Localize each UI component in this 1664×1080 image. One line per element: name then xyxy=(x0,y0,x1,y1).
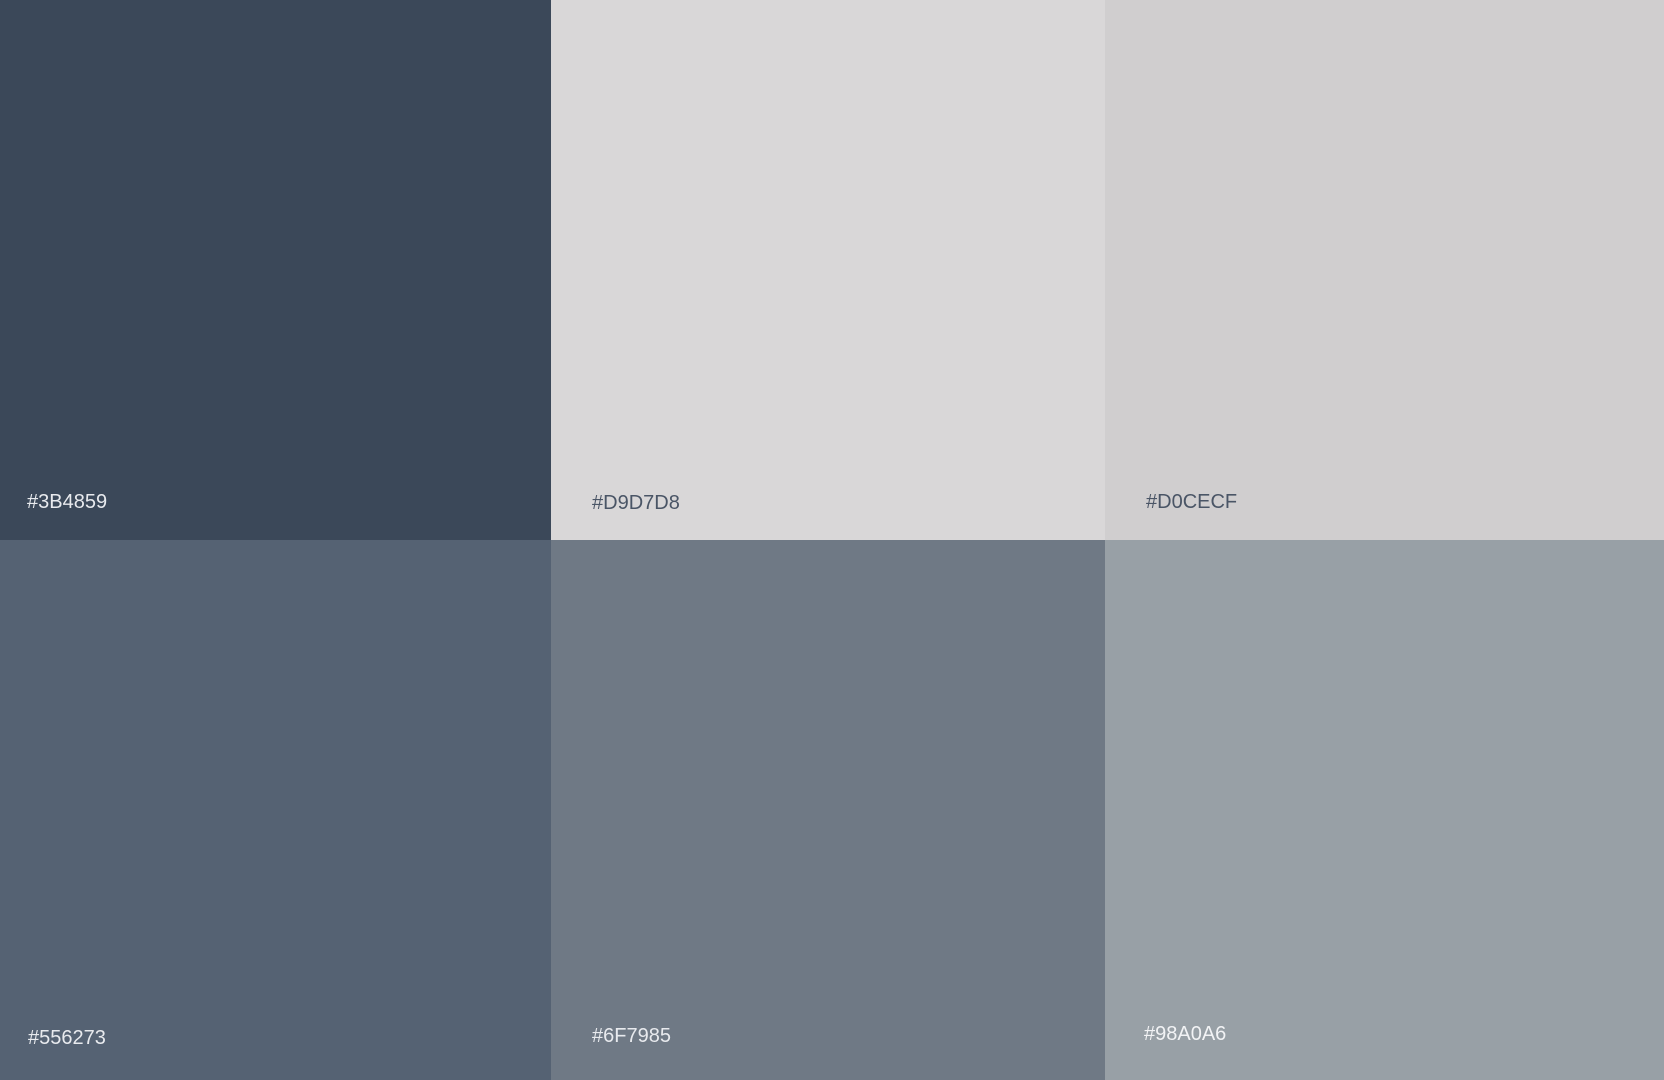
swatch-hex-label: #D0CECF xyxy=(1146,491,1238,513)
color-swatch-6[interactable]: #98A0A6 xyxy=(1105,540,1664,1080)
swatch-hex-label: #98A0A6 xyxy=(1144,1023,1227,1045)
color-swatch-1[interactable]: #3B4859 xyxy=(0,0,551,540)
swatch-hex-label: #556273 xyxy=(28,1027,106,1049)
color-palette: #3B4859 #D9D7D8 #D0CECF #556273 #6F7985 … xyxy=(0,0,1664,1080)
color-swatch-5[interactable]: #6F7985 xyxy=(551,540,1105,1080)
color-swatch-4[interactable]: #556273 xyxy=(0,540,551,1080)
color-swatch-3[interactable]: #D0CECF xyxy=(1105,0,1664,540)
swatch-hex-label: #3B4859 xyxy=(27,491,108,513)
swatch-hex-label: #6F7985 xyxy=(592,1025,671,1047)
swatch-hex-label: #D9D7D8 xyxy=(592,492,680,514)
color-swatch-2[interactable]: #D9D7D8 xyxy=(551,0,1105,540)
